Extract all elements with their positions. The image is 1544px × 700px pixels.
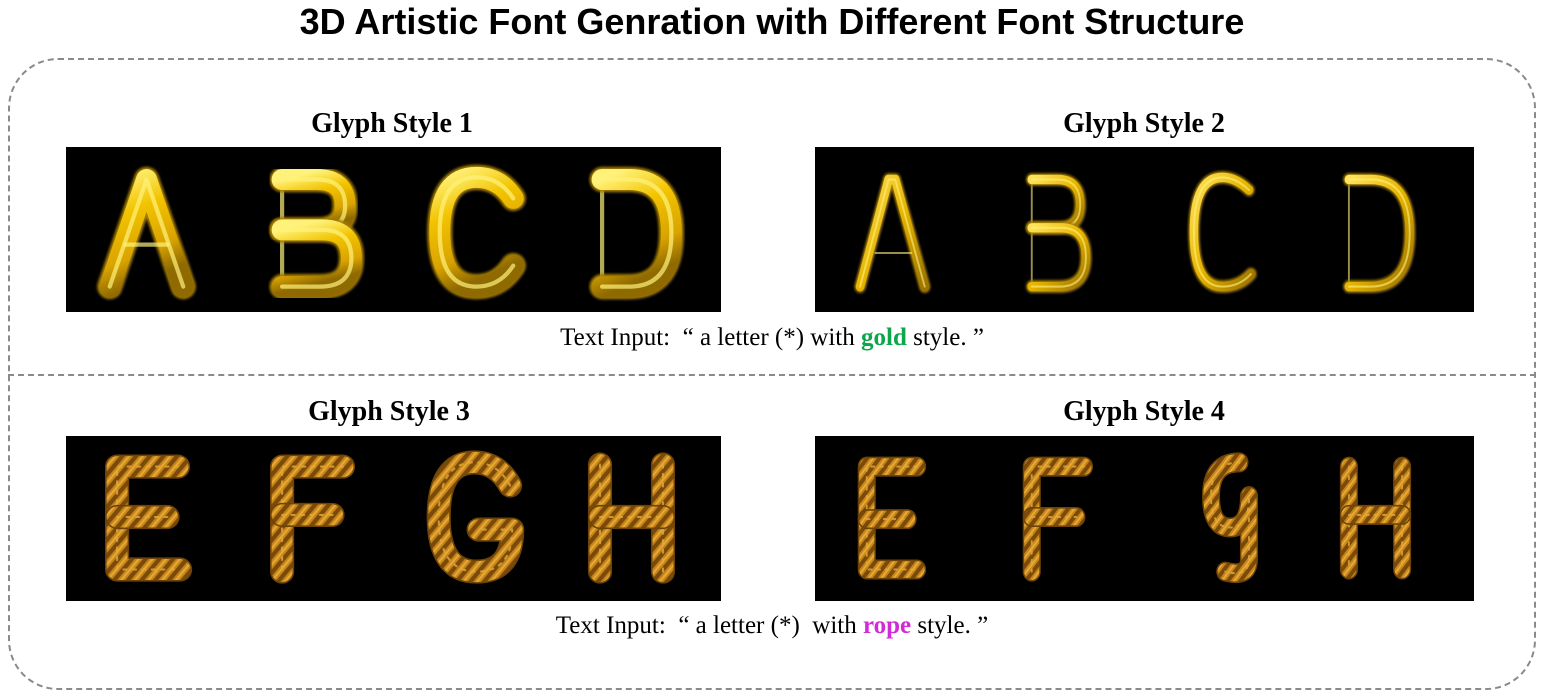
- letter-a-gold-thin: [854, 173, 931, 293]
- caption-rope: Text Input: “ a letter (*) with rope sty…: [0, 611, 1544, 641]
- letter-c-gold-thin: [1188, 171, 1257, 293]
- rope-letters-style-4: [857, 452, 1412, 584]
- glyph-image-style-3: [66, 436, 721, 601]
- caption-rope-suffix: style. ”: [911, 612, 989, 639]
- rope-letters-style-3: [105, 450, 676, 584]
- letter-b-gold-thin: [1026, 173, 1092, 293]
- letter-g-rope-narrow: [1201, 452, 1259, 584]
- letter-h-rope-round: [587, 452, 676, 584]
- letter-e-rope-round: [105, 454, 193, 582]
- letter-e-rope-narrow: [857, 456, 927, 580]
- glyph-image-style-2: [815, 147, 1474, 312]
- glyph-image-style-1: [66, 147, 721, 312]
- letter-g-rope-round: [426, 450, 525, 584]
- figure-title: 3D Artistic Font Genration with Differen…: [299, 1, 1245, 42]
- letter-h-rope-narrow: [1339, 456, 1412, 580]
- keyword-gold: gold: [861, 324, 907, 351]
- glyph-image-style-4: [815, 436, 1474, 601]
- letter-b-gold-bold: [269, 166, 364, 300]
- keyword-rope: rope: [862, 612, 912, 639]
- panel-title-glyph-style-1: Glyph Style 1: [311, 108, 473, 139]
- panel-title-glyph-style-2: Glyph Style 2: [1063, 108, 1225, 139]
- letter-d-gold-bold: [589, 166, 684, 300]
- panel-title-glyph-style-4: Glyph Style 4: [1063, 396, 1225, 427]
- letter-d-gold-thin: [1343, 173, 1416, 293]
- letter-f-rope-narrow: [1022, 456, 1094, 582]
- letter-a-gold-bold: [97, 166, 196, 300]
- row-divider: [8, 374, 1536, 376]
- caption-gold-prefix: Text Input: “ a letter (*) with: [560, 324, 861, 351]
- letter-f-rope-round: [270, 454, 356, 584]
- caption-rope-prefix: Text Input: “ a letter (*) with: [555, 612, 863, 639]
- gold-letters-style-1: [97, 164, 684, 300]
- gold-letters-style-2: [854, 171, 1416, 293]
- caption-gold-suffix: style. ”: [906, 324, 984, 351]
- letter-c-gold-bold: [427, 164, 526, 300]
- caption-gold: Text Input: “ a letter (*) with gold sty…: [0, 323, 1544, 353]
- panel-title-glyph-style-3: Glyph Style 3: [308, 396, 470, 427]
